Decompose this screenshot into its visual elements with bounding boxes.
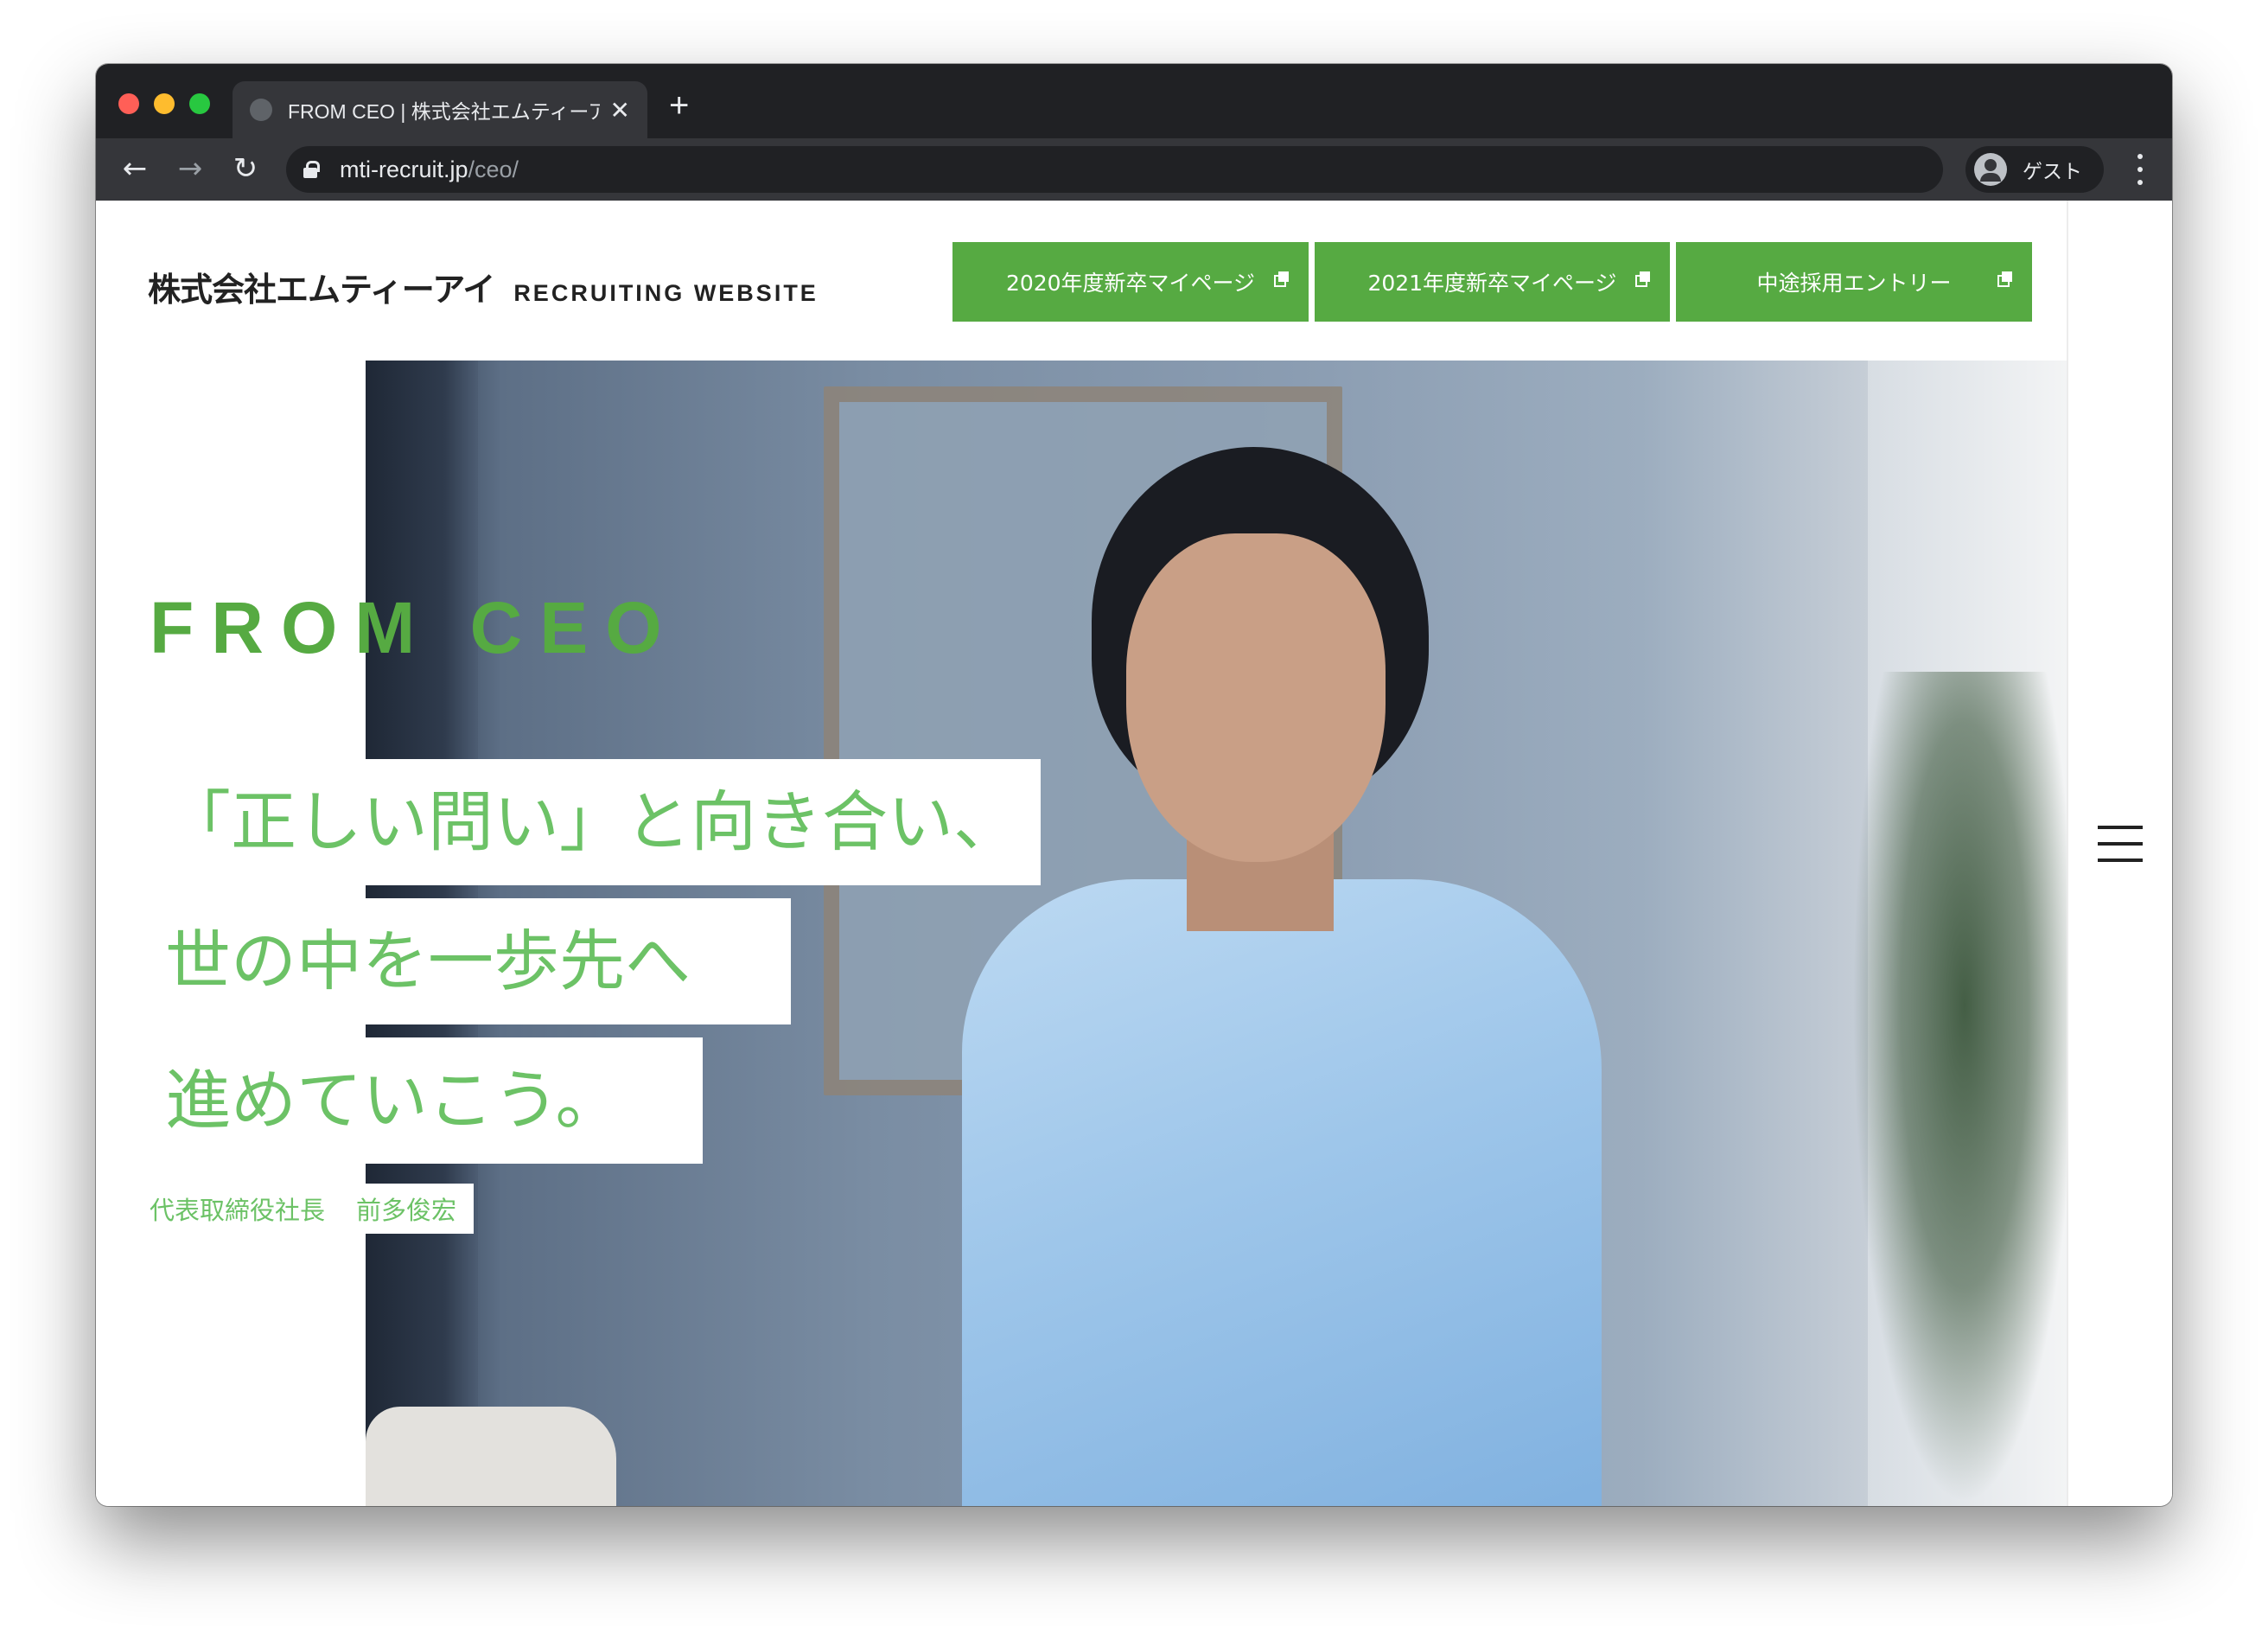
globe-icon xyxy=(250,99,272,121)
ceo-role: 代表取締役社長 xyxy=(150,1196,326,1225)
url-path: /ceo/ xyxy=(468,156,519,182)
address-toolbar: ← → ↻ mti-recruit.jp/ceo/ ゲスト xyxy=(96,138,2172,201)
mid-career-entry-label: 中途採用エントリー xyxy=(1756,271,1952,296)
profile-button[interactable]: ゲスト xyxy=(1965,146,2104,193)
url-host: mti-recruit.jp xyxy=(340,156,468,182)
reload-button[interactable]: ↻ xyxy=(224,147,267,190)
mypage-2021-button[interactable]: 2021年度新卒マイページ xyxy=(1315,242,1670,322)
browser-tab-bar: FROM CEO | 株式会社エムティーア ✕ + xyxy=(96,64,2172,138)
tab-close-icon[interactable]: ✕ xyxy=(610,96,630,124)
address-bar[interactable]: mti-recruit.jp/ceo/ xyxy=(286,146,1943,193)
avatar-icon xyxy=(1974,153,2007,186)
ceo-name: 前多俊宏 xyxy=(339,1184,475,1234)
mypage-2020-button[interactable]: 2020年度新卒マイページ xyxy=(952,242,1309,322)
catchphrase-line-3: 進めていこう。 xyxy=(150,1037,703,1164)
logo-company-name: 株式会社エムティーアイ xyxy=(148,271,495,309)
mypage-2020-label: 2020年度新卒マイページ xyxy=(1005,271,1256,296)
external-link-icon xyxy=(1635,271,1650,287)
new-tab-button[interactable]: + xyxy=(669,88,689,123)
profile-label: ゲスト xyxy=(2023,161,2082,183)
browser-menu-icon[interactable] xyxy=(2131,150,2149,189)
close-window-button[interactable] xyxy=(118,93,139,114)
back-button[interactable]: ← xyxy=(113,147,156,190)
site-logo[interactable]: 株式会社エムティーアイ RECRUITING WEBSITE xyxy=(148,263,819,310)
web-page: 株式会社エムティーアイ RECRUITING WEBSITE 2020年度新卒マ… xyxy=(96,201,2172,1506)
hamburger-icon[interactable] xyxy=(2098,826,2143,862)
lock-icon xyxy=(303,161,320,178)
logo-subtitle: RECRUITING WEBSITE xyxy=(513,280,819,306)
catchphrase-line-1: 「正しい問い」と向き合い、 xyxy=(150,759,1041,885)
minimize-window-button[interactable] xyxy=(154,93,175,114)
browser-tab[interactable]: FROM CEO | 株式会社エムティーア ✕ xyxy=(233,81,647,138)
mypage-2021-label: 2021年度新卒マイページ xyxy=(1367,271,1617,296)
catchphrase-line-2: 世の中を一歩先へ xyxy=(150,898,791,1024)
external-link-icon xyxy=(1274,271,1289,287)
tab-title: FROM CEO | 株式会社エムティーア xyxy=(288,100,600,123)
sidebar-divider xyxy=(2067,201,2068,1506)
forward-button[interactable]: → xyxy=(169,147,212,190)
mid-career-entry-button[interactable]: 中途採用エントリー xyxy=(1676,242,2032,322)
section-heading: FROM CEO xyxy=(150,587,679,668)
browser-window: FROM CEO | 株式会社エムティーア ✕ + ← → ↻ mti-recr… xyxy=(96,64,2172,1506)
maximize-window-button[interactable] xyxy=(189,93,210,114)
ceo-title: 代表取締役社長 前多俊宏 xyxy=(150,1184,475,1234)
external-link-icon xyxy=(1997,271,2012,287)
